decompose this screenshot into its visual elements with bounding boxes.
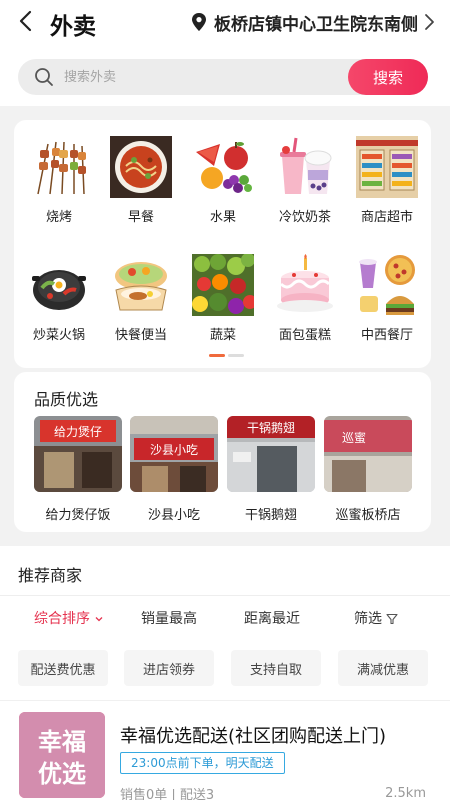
shop-photo: 巡蜜 xyxy=(324,416,412,492)
page-indicator xyxy=(209,354,245,357)
category-label: 中西餐厅 xyxy=(360,328,413,343)
category-milk-tea[interactable]: 冷饮奶茶 xyxy=(266,126,344,226)
category-vegetables[interactable]: 蔬菜 xyxy=(184,244,262,344)
section-title: 推荐商家 xyxy=(18,566,83,585)
category-cake[interactable]: 面包蛋糕 xyxy=(266,244,344,344)
chevron-down-icon xyxy=(95,617,103,622)
shop-sign: 给力煲仔 xyxy=(54,424,102,439)
shop-sign: 巡蜜 xyxy=(342,430,366,445)
chip-delivery-discount[interactable]: 配送费优惠 xyxy=(18,650,108,686)
delivery-tag: 23:00点前下单，明天配送 xyxy=(120,752,285,774)
shop-card[interactable]: 给力煲仔 给力煲仔饭 xyxy=(34,416,122,526)
search-icon xyxy=(35,68,53,86)
shop-sign: 干锅鹅翅 xyxy=(247,420,295,435)
page-title: 外卖 xyxy=(50,14,96,40)
divider xyxy=(0,595,450,596)
page-dot-active xyxy=(209,354,225,357)
location-selector[interactable]: 板桥店镇中心卫生院东南侧 xyxy=(190,10,436,35)
category-label: 面包蛋糕 xyxy=(278,328,331,343)
chip-self-pickup[interactable]: 支持自取 xyxy=(231,650,321,686)
location-label: 板桥店镇中心卫生院东南侧 xyxy=(214,14,418,35)
shop-name: 给力煲仔饭 xyxy=(45,508,111,523)
shop-sign: 沙县小吃 xyxy=(150,443,198,457)
category-supermarket[interactable]: 商店超市 xyxy=(348,126,426,226)
category-grid: 烧烤 早餐 水果 冷饮奶茶 商店超市 炒菜火锅 快餐便当 蔬菜 面包蛋糕 中西餐… xyxy=(14,120,431,368)
category-breakfast[interactable]: 早餐 xyxy=(102,126,180,226)
merchant-logo: 幸福 优选 xyxy=(19,712,105,798)
category-western[interactable]: 中西餐厅 xyxy=(348,244,426,344)
fruit-basket-icon xyxy=(196,142,252,193)
category-label: 早餐 xyxy=(127,210,154,225)
supermarket-icon xyxy=(356,136,418,198)
category-bento[interactable]: 快餐便当 xyxy=(102,244,180,344)
bbq-skewers-icon xyxy=(37,141,86,195)
sort-label: 距离最近 xyxy=(244,611,300,627)
category-label: 冷饮奶茶 xyxy=(278,210,331,225)
search-button[interactable]: 搜索 xyxy=(348,59,428,95)
divider xyxy=(0,700,450,701)
shop-photo: 给力煲仔 xyxy=(34,416,122,492)
merchant-distance: 2.5km xyxy=(385,786,426,800)
bento-box-icon xyxy=(115,262,167,311)
category-hotpot[interactable]: 炒菜火锅 xyxy=(20,244,98,344)
birthday-cake-icon xyxy=(277,254,333,312)
merchant-name: 幸福优选配送(社区团购配送上门) xyxy=(120,726,387,747)
category-fruit[interactable]: 水果 xyxy=(184,126,262,226)
page-dot xyxy=(228,354,244,357)
breakfast-noodle-icon xyxy=(110,136,172,198)
filter-button[interactable]: 筛选 xyxy=(354,608,399,628)
merchant-card[interactable]: 幸福 优选 幸福优选配送(社区团购配送上门) 23:00点前下单，明天配送 销售… xyxy=(0,706,450,800)
category-label: 水果 xyxy=(209,210,236,225)
sort-label: 筛选 xyxy=(354,611,382,627)
category-label: 蔬菜 xyxy=(209,328,236,343)
category-label: 快餐便当 xyxy=(114,328,167,343)
category-label: 商店超市 xyxy=(360,210,413,225)
quality-picks-section: 品质优选 给力煲仔 给力煲仔饭 沙县小吃 沙县小吃 干锅鹅翅 干锅鹅翅 巡蜜 巡… xyxy=(14,372,431,532)
sort-distance[interactable]: 距离最近 xyxy=(244,608,300,628)
sort-label: 综合排序 xyxy=(34,611,90,627)
search-section: 搜索 xyxy=(0,44,450,106)
category-label: 烧烤 xyxy=(45,210,72,225)
section-title: 品质优选 xyxy=(34,390,99,409)
shop-name: 干锅鹅翅 xyxy=(244,508,297,523)
shop-photo: 干锅鹅翅 xyxy=(227,416,315,492)
category-bbq[interactable]: 烧烤 xyxy=(20,126,98,226)
shop-card[interactable]: 沙县小吃 沙县小吃 xyxy=(130,416,218,526)
shop-name: 巡蜜板桥店 xyxy=(335,508,401,523)
shop-name: 沙县小吃 xyxy=(147,508,200,523)
back-arrow-icon[interactable] xyxy=(14,9,38,33)
shop-card[interactable]: 巡蜜 巡蜜板桥店 xyxy=(324,416,412,526)
shop-card[interactable]: 干锅鹅翅 干锅鹅翅 xyxy=(227,416,315,526)
milk-tea-icon xyxy=(280,137,332,194)
hotpot-icon xyxy=(32,270,86,310)
shop-photo: 沙县小吃 xyxy=(130,416,218,492)
sort-label: 销量最高 xyxy=(141,611,197,627)
logo-text: 优选 xyxy=(38,760,86,788)
chip-store-coupon[interactable]: 进店领券 xyxy=(124,650,214,686)
search-input[interactable] xyxy=(64,59,314,95)
filter-funnel-icon xyxy=(386,613,399,625)
chevron-right-icon xyxy=(425,14,434,30)
location-pin-icon xyxy=(192,13,206,31)
chip-full-reduction[interactable]: 满减优惠 xyxy=(338,650,428,686)
western-food-icon xyxy=(359,255,415,315)
merchant-sales: 销售0单 | 配送3 xyxy=(120,788,215,800)
sort-sales[interactable]: 销量最高 xyxy=(141,608,197,628)
category-label: 炒菜火锅 xyxy=(32,328,85,343)
vegetables-icon xyxy=(192,254,254,316)
sort-comprehensive[interactable]: 综合排序 xyxy=(34,608,104,628)
search-bar: 搜索 xyxy=(18,59,428,95)
recommend-section: 推荐商家 综合排序 销量最高 距离最近 筛选 配送费优惠 进店领券 支持自取 满… xyxy=(0,546,450,800)
top-bar: 外卖 板桥店镇中心卫生院东南侧 xyxy=(0,0,450,44)
logo-text: 幸福 xyxy=(38,728,86,756)
